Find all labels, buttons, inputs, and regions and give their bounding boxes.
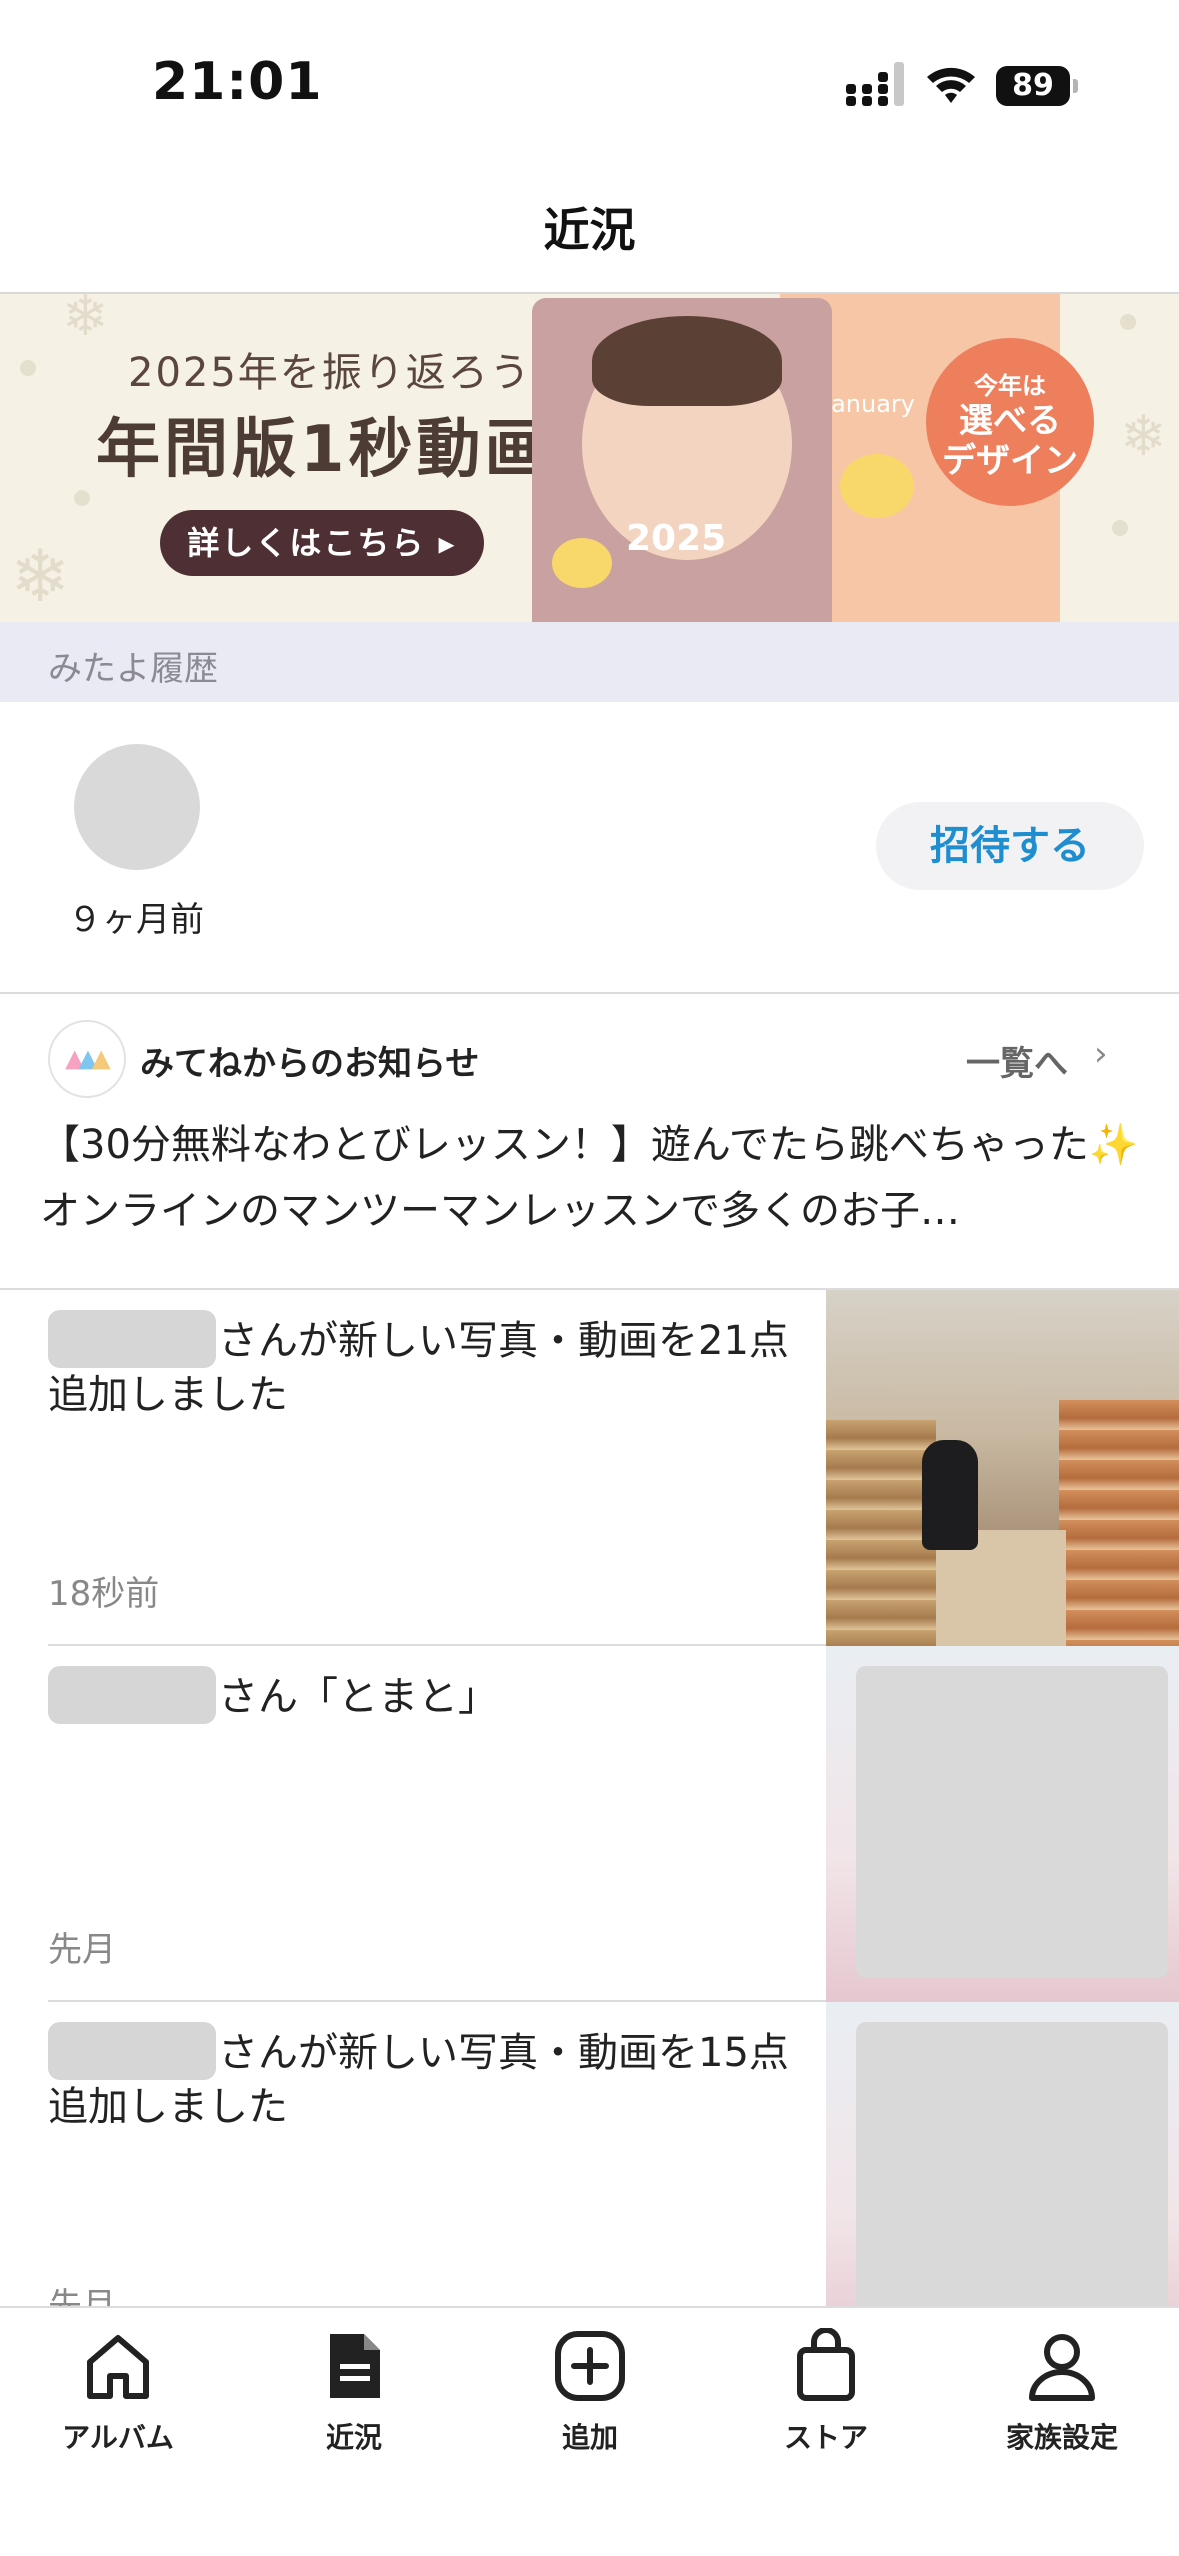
document-icon: [330, 2334, 380, 2398]
cellular-signal-icon: [846, 62, 904, 106]
person-photo: [922, 1440, 978, 1550]
redacted-photo: [856, 1666, 1168, 1978]
banner-photo: 2025: [532, 298, 832, 622]
person-icon: [1029, 2334, 1095, 2401]
news-title: みてねからのお知らせ: [140, 1044, 480, 1084]
tab-family-settings[interactable]: 家族設定: [944, 2328, 1179, 2488]
feed-thumbnail[interactable]: [826, 2002, 1179, 2358]
banner-title: 年間版1秒動画: [96, 413, 553, 487]
snowflake-icon: ❄: [1120, 404, 1167, 469]
plus-square-icon: [555, 2331, 625, 2401]
redacted-name: [48, 1666, 216, 1724]
history-time: ９ヶ月前: [68, 900, 204, 940]
redacted-name: [48, 1310, 216, 1368]
history-section-header: みたよ履歴: [0, 622, 1179, 702]
feed-item-text: さん「とまと」: [48, 1666, 808, 1724]
snowflake-icon: ❄: [62, 294, 109, 349]
feed-item[interactable]: さんが新しい写真・動画を15点追加しました 先月: [0, 2002, 1179, 2358]
navigation-bar: 近況: [0, 150, 1179, 294]
banner-subtitle: 2025年を振り返ろう: [128, 350, 532, 396]
redacted-photo: [856, 2022, 1168, 2334]
page-title: 近況: [543, 203, 636, 257]
history-header-label: みたよ履歴: [48, 649, 218, 689]
tab-add[interactable]: 追加: [472, 2328, 708, 2488]
mitene-logo-icon: [48, 1020, 126, 1098]
feed-item[interactable]: さん「とまと」 先月: [0, 1646, 1179, 2002]
card-month-label: January: [824, 390, 915, 418]
character-illustration: [552, 538, 612, 588]
tab-bar: アルバム 近況 追加 ストア 家族設定: [0, 2306, 1179, 2556]
chevron-right-icon[interactable]: ›: [1094, 1034, 1108, 1074]
promo-banner[interactable]: ❄ ❄ ❄ ❄ 2025年を振り返ろう 年間版1秒動画 詳しくはこちら ▸ Ja…: [0, 294, 1179, 622]
invite-button[interactable]: 招待する: [876, 802, 1144, 890]
battery-icon: 89: [996, 66, 1078, 106]
viewed-history: ９ヶ月前 招待する: [0, 702, 1179, 994]
feed-item-time: 先月: [48, 1930, 116, 1970]
news-list-link[interactable]: 一覧へ: [966, 1036, 1068, 1085]
status-time: 21:01: [152, 52, 323, 112]
tab-album[interactable]: アルバム: [0, 2328, 236, 2488]
news-section[interactable]: みてねからのお知らせ 一覧へ › 【30分無料なわとびレッスン！】遊んでたら跳べ…: [0, 994, 1179, 1290]
feed-item-text: さんが新しい写真・動画を21点追加しました: [48, 1310, 808, 1422]
tab-news[interactable]: 近況: [236, 2328, 472, 2488]
feed-item-text: さんが新しい写真・動画を15点追加しました: [48, 2022, 808, 2134]
banner-badge: 今年は 選べる デザイン: [926, 338, 1094, 506]
feed-thumbnail[interactable]: [826, 1290, 1179, 1646]
shopping-bag-icon: [797, 2328, 855, 2401]
avatar[interactable]: [74, 744, 200, 870]
news-body[interactable]: 【30分無料なわとびレッスン！】遊んでたら跳べちゃった✨ オンラインのマンツーマ…: [40, 1112, 1150, 1246]
banner-details-button[interactable]: 詳しくはこちら ▸: [160, 510, 484, 576]
wifi-icon: [927, 67, 975, 103]
feed-thumbnail[interactable]: [826, 1646, 1179, 2002]
snowflake-icon: ❄: [10, 534, 71, 618]
card-year-label: 2025: [626, 518, 727, 559]
home-icon: [87, 2335, 149, 2399]
feed-item[interactable]: さんが新しい写真・動画を21点追加しました 18秒前: [0, 1290, 1179, 1646]
battery-level: 89: [996, 66, 1070, 106]
character-illustration: [840, 454, 914, 518]
redacted-name: [48, 2022, 216, 2080]
tab-store[interactable]: ストア: [708, 2328, 944, 2488]
feed-item-time: 18秒前: [48, 1574, 160, 1614]
status-bar: 21:01 89: [0, 0, 1179, 150]
